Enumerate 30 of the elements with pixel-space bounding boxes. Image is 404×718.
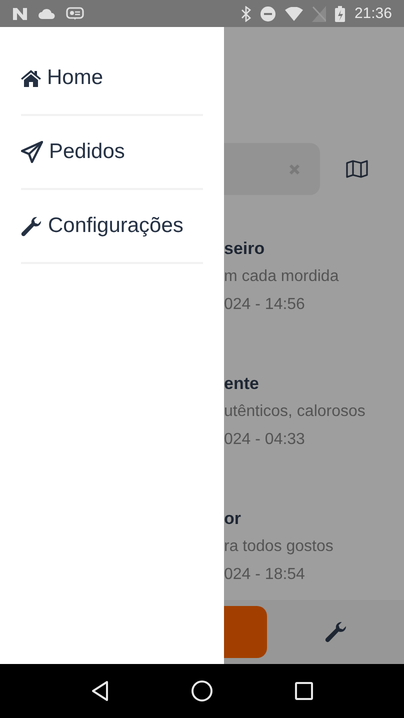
search-field[interactable] bbox=[224, 143, 320, 195]
card-date: 024 - 14:56 bbox=[224, 295, 306, 315]
recents-icon[interactable] bbox=[295, 682, 313, 700]
card-date: 024 - 04:33 bbox=[224, 430, 306, 450]
wrench-icon[interactable] bbox=[325, 621, 347, 643]
notification-icon bbox=[12, 6, 28, 20]
do-not-disturb-icon bbox=[260, 6, 276, 22]
bluetooth-icon bbox=[241, 6, 252, 22]
map-icon[interactable] bbox=[346, 160, 368, 178]
card-title: ente bbox=[224, 374, 260, 394]
drawer-item[interactable]: Configurações bbox=[21, 190, 203, 264]
back-icon[interactable] bbox=[91, 681, 109, 701]
battery-icon bbox=[335, 6, 346, 22]
drawer-item[interactable]: Home bbox=[21, 42, 203, 116]
message-icon bbox=[66, 6, 84, 20]
signal-icon bbox=[312, 6, 326, 22]
paper-plane-icon bbox=[21, 141, 43, 163]
card-description: utênticos, calorosos bbox=[224, 402, 366, 422]
cloud-icon bbox=[38, 8, 56, 20]
card-description: ra todos gostos bbox=[224, 537, 334, 557]
card-title: seiro bbox=[224, 239, 266, 259]
home-icon bbox=[21, 70, 41, 86]
wifi-icon bbox=[285, 6, 304, 20]
drawer-item[interactable]: Pedidos bbox=[21, 116, 203, 190]
home-button-icon[interactable] bbox=[191, 680, 213, 702]
clock-time: 21:36 bbox=[354, 5, 392, 22]
card-date: 024 - 18:54 bbox=[224, 565, 306, 585]
wrench-icon bbox=[21, 216, 42, 236]
card-title: or bbox=[224, 509, 242, 529]
card-description: m cada mordida bbox=[224, 267, 340, 287]
